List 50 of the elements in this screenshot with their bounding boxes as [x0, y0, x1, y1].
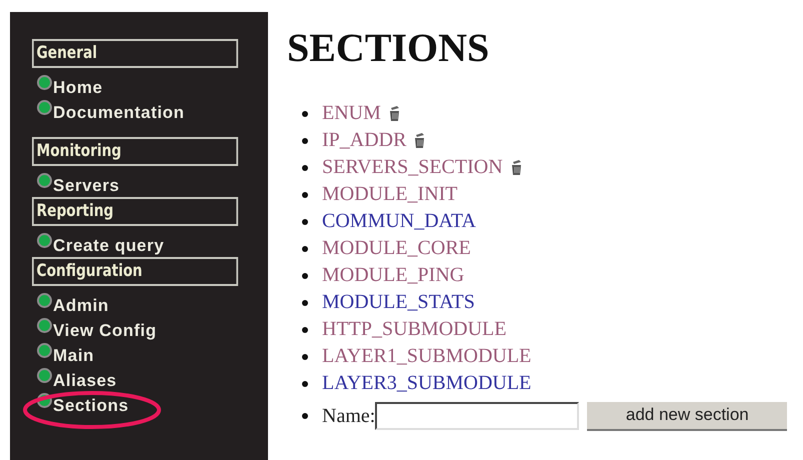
section-link[interactable]: HTTP_SUBMODULE — [322, 318, 506, 341]
nav-link[interactable]: View Config — [53, 320, 157, 342]
bullet-icon — [37, 173, 52, 188]
bullet-icon — [37, 233, 52, 248]
nav-link[interactable]: Aliases — [53, 370, 117, 392]
bullet-icon — [302, 164, 308, 170]
nav-link[interactable]: Servers — [53, 175, 120, 197]
trash-icon[interactable] — [510, 159, 523, 176]
nav-link[interactable]: Documentation — [53, 102, 185, 124]
section-link[interactable]: SERVERS_SECTION — [322, 156, 503, 179]
section-link[interactable]: MODULE_INIT — [322, 183, 458, 206]
section-link[interactable]: IP_ADDR — [322, 129, 406, 152]
bullet-icon — [37, 75, 52, 90]
section-link[interactable]: MODULE_CORE — [322, 237, 471, 260]
section-header: General — [32, 39, 238, 68]
bullet-icon — [302, 192, 308, 198]
add-section-button[interactable]: add new section — [587, 402, 788, 430]
bullet-icon — [302, 413, 308, 419]
trash-icon[interactable] — [388, 105, 401, 122]
bullet-icon — [302, 380, 308, 386]
bullet-icon — [302, 218, 308, 224]
bullet-icon — [302, 300, 308, 306]
bullet-icon — [302, 246, 308, 252]
section-link[interactable]: MODULE_STATS — [322, 291, 475, 314]
bullet-icon — [302, 326, 308, 332]
bullet-icon — [302, 272, 308, 278]
nav-link[interactable]: Home — [53, 77, 103, 99]
bullet-icon — [37, 343, 52, 358]
bullet-icon — [37, 293, 52, 308]
section-link[interactable]: COMMUN_DATA — [322, 210, 476, 233]
nav-link[interactable]: Create query — [53, 235, 164, 257]
name-field[interactable] — [375, 402, 580, 430]
section-header: Reporting — [32, 197, 238, 226]
section-link[interactable]: LAYER1_SUBMODULE — [322, 345, 532, 368]
nav-link[interactable]: Main — [53, 345, 94, 367]
trash-icon[interactable] — [413, 132, 426, 149]
field-label: Name: — [322, 404, 376, 428]
section-header: Monitoring — [32, 137, 238, 166]
bullet-icon — [37, 368, 52, 383]
nav-link[interactable]: Admin — [53, 295, 109, 317]
bullet-icon — [37, 100, 52, 115]
page-title: SECTIONS — [287, 24, 490, 72]
section-link[interactable]: LAYER3_SUBMODULE — [322, 372, 532, 395]
bullet-icon — [37, 318, 52, 333]
section-link[interactable]: ENUM — [322, 102, 381, 125]
section-header: Configuration — [32, 257, 238, 286]
bullet-icon — [302, 110, 308, 116]
section-link[interactable]: MODULE_PING — [322, 264, 464, 287]
bullet-icon — [302, 138, 308, 144]
bullet-icon — [302, 354, 308, 360]
